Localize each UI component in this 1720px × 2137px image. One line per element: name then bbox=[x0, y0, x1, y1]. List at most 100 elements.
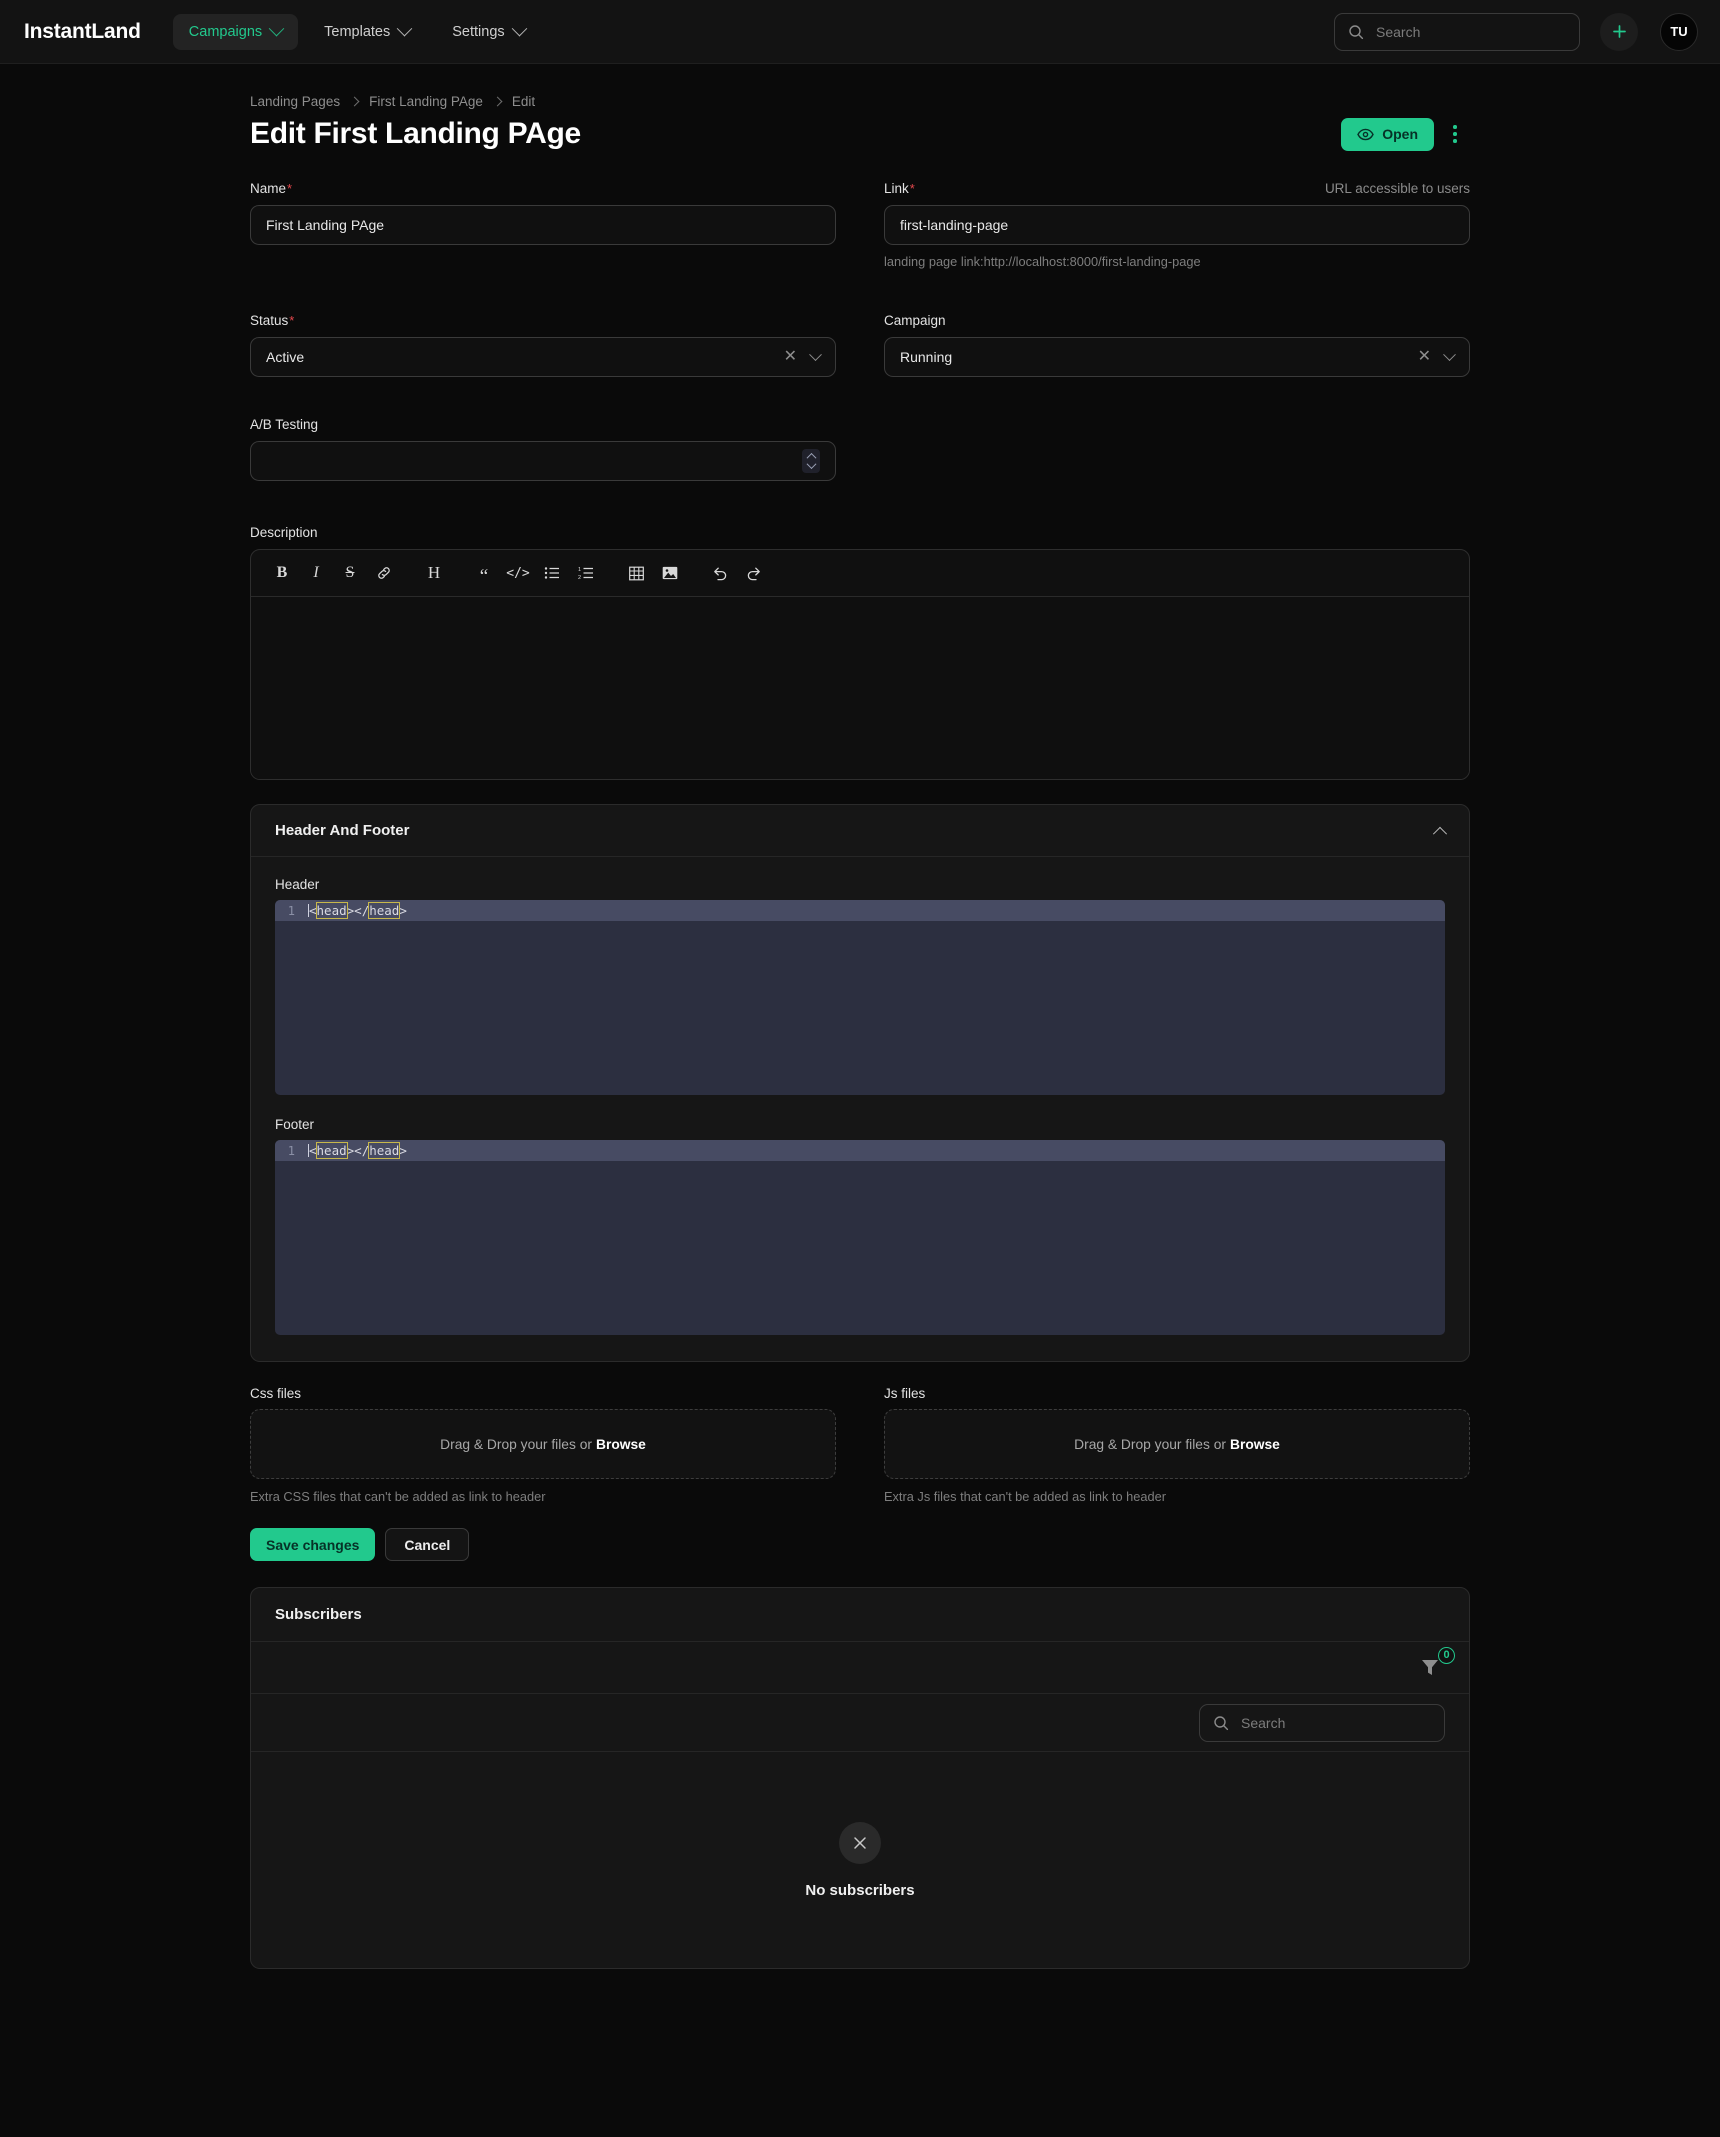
undo-icon[interactable] bbox=[705, 558, 735, 588]
required-marker: * bbox=[287, 181, 293, 196]
field-header-code: Header 1 <head></head> bbox=[275, 877, 1445, 1095]
field-ab-testing: A/B Testing bbox=[250, 417, 836, 481]
subscribers-search-input[interactable] bbox=[1239, 1713, 1431, 1732]
chevron-right-icon bbox=[349, 96, 360, 107]
breadcrumb-item-landing-pages[interactable]: Landing Pages bbox=[250, 94, 340, 109]
campaign-select[interactable]: Running ✕ bbox=[884, 337, 1470, 377]
stepper-arrows-icon[interactable] bbox=[802, 449, 820, 473]
js-files-dropzone[interactable]: Drag & Drop your files or Browse bbox=[884, 1409, 1470, 1479]
table-icon[interactable] bbox=[621, 558, 651, 588]
open-button-label: Open bbox=[1382, 126, 1418, 142]
header-code-label: Header bbox=[275, 877, 320, 892]
add-new-button[interactable] bbox=[1600, 12, 1638, 51]
line-number: 1 bbox=[287, 1143, 295, 1158]
subscribers-title: Subscribers bbox=[275, 1606, 362, 1623]
blockquote-icon[interactable]: “ bbox=[469, 558, 499, 588]
chevron-down-icon bbox=[1443, 347, 1456, 361]
page-header-actions: Open bbox=[1341, 117, 1470, 151]
redo-icon[interactable] bbox=[739, 558, 769, 588]
stepper-down-icon[interactable] bbox=[806, 459, 816, 470]
ab-testing-stepper[interactable] bbox=[250, 441, 836, 481]
code-icon[interactable]: </> bbox=[503, 558, 533, 588]
header-code-editor[interactable]: 1 <head></head> bbox=[275, 900, 1445, 1095]
image-icon[interactable] bbox=[655, 558, 685, 588]
css-browse-link[interactable]: Browse bbox=[596, 1437, 646, 1452]
js-files-helper: Extra Js files that can't be added as li… bbox=[884, 1489, 1167, 1504]
subscribers-empty-state: No subscribers bbox=[251, 1752, 1469, 1968]
dot-icon bbox=[1453, 125, 1457, 129]
footer-code-editor[interactable]: 1 <head></head> bbox=[275, 1140, 1445, 1335]
css-files-dropzone[interactable]: Drag & Drop your files or Browse bbox=[250, 1409, 836, 1479]
link-helper-text: landing page link:http://localhost:8000/… bbox=[884, 254, 1201, 269]
field-status: Status* Active ✕ bbox=[250, 313, 836, 377]
required-marker: * bbox=[289, 313, 295, 328]
save-changes-button[interactable]: Save changes bbox=[250, 1528, 376, 1561]
breadcrumb-item-edit[interactable]: Edit bbox=[512, 94, 535, 109]
status-select[interactable]: Active ✕ bbox=[250, 337, 836, 377]
chevron-down-icon bbox=[268, 20, 285, 37]
field-campaign-label-row: Campaign bbox=[884, 313, 1470, 328]
nav-item-settings[interactable]: Settings bbox=[436, 14, 540, 50]
link-icon[interactable] bbox=[369, 558, 399, 588]
chevron-down-icon bbox=[809, 347, 822, 361]
header-footer-panel: Header And Footer Header 1 <head></head>… bbox=[250, 804, 1470, 1362]
open-button[interactable]: Open bbox=[1341, 117, 1434, 151]
global-search[interactable] bbox=[1334, 12, 1580, 51]
editor-toolbar: B I S H “ </> 1 2 bbox=[251, 550, 1469, 597]
js-dropzone-text: Drag & Drop your files or bbox=[1074, 1436, 1226, 1452]
filter-button[interactable]: 0 bbox=[1419, 1646, 1455, 1681]
chevron-up-icon[interactable] bbox=[1432, 826, 1448, 841]
subscribers-search[interactable] bbox=[1199, 1703, 1445, 1742]
empty-state-icon-circle bbox=[839, 1821, 881, 1864]
form-actions: Save changes Cancel bbox=[250, 1528, 1470, 1561]
search-icon bbox=[1349, 24, 1364, 39]
nav-item-campaigns[interactable]: Campaigns bbox=[172, 13, 299, 50]
code-content: <head></head> bbox=[308, 1142, 407, 1159]
clear-icon[interactable]: ✕ bbox=[1409, 349, 1440, 365]
bold-icon[interactable]: B bbox=[267, 558, 297, 588]
italic-icon[interactable]: I bbox=[301, 558, 331, 588]
form-row-ab-testing: A/B Testing bbox=[250, 417, 1470, 503]
search-input[interactable] bbox=[1374, 22, 1566, 41]
ordered-list-icon[interactable]: 1 2 bbox=[571, 558, 601, 588]
app-logo: InstantLand bbox=[24, 19, 141, 43]
ab-testing-input[interactable] bbox=[266, 452, 802, 470]
link-hint: URL accessible to users bbox=[1324, 181, 1470, 196]
header-footer-panel-body: Header 1 <head></head> Footer 1 <head></… bbox=[251, 857, 1469, 1361]
nav-item-templates[interactable]: Templates bbox=[308, 14, 426, 50]
description-editor: B I S H “ </> 1 2 bbox=[250, 549, 1470, 780]
field-footer-code: Footer 1 <head></head> bbox=[275, 1117, 1445, 1335]
subscribers-search-row bbox=[251, 1694, 1469, 1752]
name-input[interactable] bbox=[250, 205, 836, 245]
subscribers-panel: Subscribers 0 Search No subscribers bbox=[250, 1587, 1470, 1969]
field-name-label-row: Name* bbox=[250, 181, 836, 196]
field-status-label-row: Status* bbox=[250, 313, 836, 328]
more-options-button[interactable] bbox=[1440, 117, 1470, 151]
page-title: Edit First Landing PAge bbox=[250, 117, 581, 150]
code-content: <head></head> bbox=[308, 902, 407, 919]
field-description: Description B I S H “ </> 1 2 bbox=[250, 525, 1470, 780]
campaign-select-value: Running bbox=[900, 349, 953, 365]
strikethrough-icon[interactable]: S bbox=[335, 558, 365, 588]
eye-icon bbox=[1357, 128, 1375, 140]
js-files-label: Js files bbox=[884, 1386, 926, 1401]
breadcrumb-item-page[interactable]: First Landing PAge bbox=[369, 94, 483, 109]
field-description-label: Description bbox=[250, 525, 318, 540]
bullet-list-icon[interactable] bbox=[537, 558, 567, 588]
header-footer-panel-toggle[interactable]: Header And Footer bbox=[251, 805, 1469, 857]
js-browse-link[interactable]: Browse bbox=[1230, 1437, 1280, 1452]
field-js-files: Js files Drag & Drop your files or Brows… bbox=[884, 1386, 1470, 1504]
empty-state-text: No subscribers bbox=[805, 1881, 915, 1899]
description-editor-body[interactable] bbox=[251, 597, 1469, 779]
svg-text:1: 1 bbox=[578, 567, 581, 573]
avatar[interactable]: TU bbox=[1660, 12, 1698, 51]
link-input[interactable] bbox=[884, 205, 1470, 245]
avatar-initials: TU bbox=[1670, 24, 1688, 39]
chevron-down-icon bbox=[396, 20, 413, 37]
field-link-label: Link* bbox=[884, 181, 915, 196]
footer-code-label: Footer bbox=[275, 1117, 315, 1132]
heading-icon[interactable]: H bbox=[419, 558, 449, 588]
field-name: Name* bbox=[250, 181, 836, 269]
cancel-button[interactable]: Cancel bbox=[385, 1528, 470, 1561]
clear-icon[interactable]: ✕ bbox=[775, 349, 806, 365]
